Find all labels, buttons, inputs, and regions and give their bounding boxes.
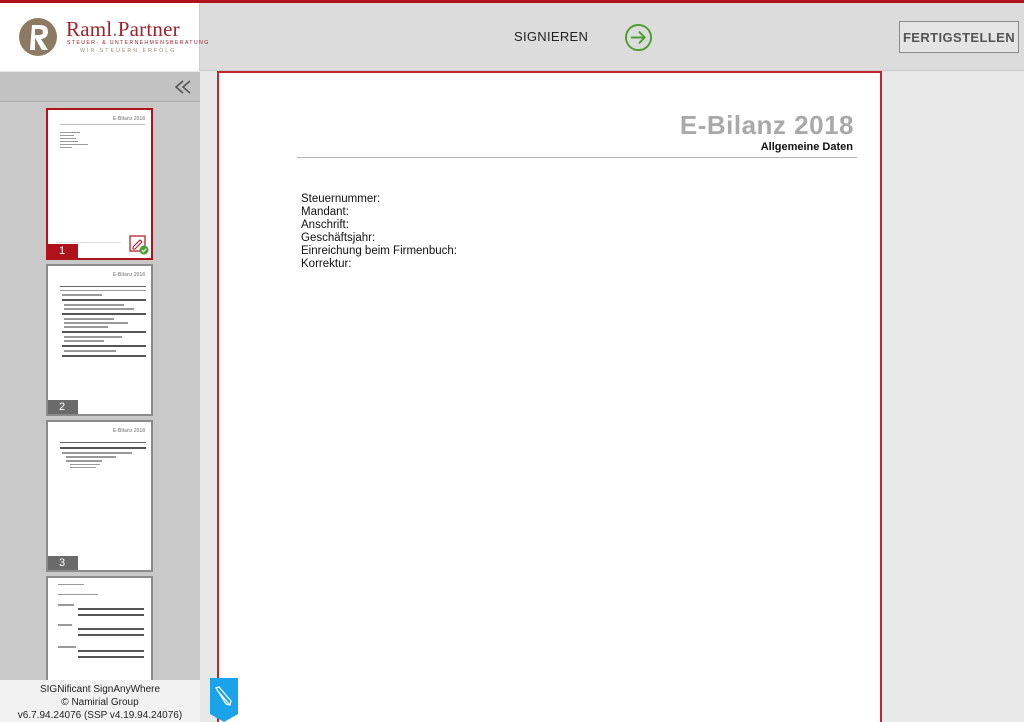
thumbnail-line xyxy=(60,141,78,142)
thumbnail-line xyxy=(78,628,144,630)
thumbnail-title: E-Bilanz 2018 xyxy=(112,272,145,278)
right-margin-panel xyxy=(883,72,1024,722)
thumbnail-line xyxy=(58,594,98,595)
document-title: E-Bilanz 2018 xyxy=(679,110,854,140)
page-thumbnail-sidebar: E-Bilanz 2018 1 E-Bilanz 2018 2 E-Bilanz… xyxy=(0,72,200,722)
logo-mark-icon xyxy=(19,18,57,56)
thumbnail-title: E-Bilanz 2018 xyxy=(112,116,145,122)
thumbnail-line xyxy=(60,286,146,287)
app-copyright: © Namirial Group xyxy=(61,697,139,708)
thumbnail-line xyxy=(78,650,144,652)
field-correction: Korrektur: xyxy=(301,258,352,270)
field-fiscal-year: Geschäftsjahr: xyxy=(301,232,376,244)
thumbnail-line xyxy=(64,318,114,320)
thumbnail-page-number: 3 xyxy=(48,556,78,570)
thumbnail-line xyxy=(58,646,76,648)
pen-tool-icon[interactable] xyxy=(208,678,240,722)
thumbnail-line xyxy=(62,299,146,301)
document-field-list: Steuernummer: Mandant: Anschrift: Geschä… xyxy=(301,193,457,271)
thumbnail-line xyxy=(78,608,144,610)
thumbnail-line xyxy=(60,147,72,148)
thumbnail-line xyxy=(64,308,134,310)
thumbnail-page-number: 2 xyxy=(48,400,78,414)
thumbnail-line xyxy=(62,452,132,454)
app-name: SIGNificant SignAnyWhere xyxy=(39,684,161,695)
field-client: Mandant: xyxy=(301,206,349,218)
company-logo: Raml.Partner STEUER- & UNTERNEHMENSBERAT… xyxy=(0,3,208,71)
document-page-viewer: E-Bilanz 2018 Allgemeine Daten Steuernum… xyxy=(217,71,882,722)
thumbnail-line xyxy=(64,350,116,352)
arrow-right-circle-icon[interactable] xyxy=(624,23,653,52)
thumbnail-title: E-Bilanz 2018 xyxy=(112,428,145,434)
brand-name: Raml.Partner xyxy=(66,17,180,42)
thumbnail-line xyxy=(60,135,74,136)
app-version-info: SIGNificant SignAnyWhere © Namirial Grou… xyxy=(0,680,200,722)
thumbnail-line xyxy=(62,355,146,357)
thumbnail-line xyxy=(78,656,144,658)
thumbnail-page-number: 1 xyxy=(48,244,78,258)
brand-slogan: WIR STEUERN ERFOLG xyxy=(80,48,177,54)
thumbnail-line xyxy=(64,304,124,306)
app-version: v6.7.94.24076 (SSP v4.19.94.24076) xyxy=(17,710,183,721)
field-company-register-filing: Einreichung beim Firmenbuch: xyxy=(301,245,457,257)
thumbnail-line xyxy=(60,132,80,133)
thumbnail-line xyxy=(64,322,128,324)
page-thumbnail-4[interactable] xyxy=(46,576,153,680)
thumbnail-line xyxy=(58,624,72,626)
thumbnail-line xyxy=(58,604,74,606)
thumbnail-line xyxy=(70,464,100,465)
thumbnail-line xyxy=(58,584,84,585)
brand-name-part1: Raml xyxy=(66,17,113,41)
sign-label: SIGNIEREN xyxy=(514,29,589,44)
thumbnail-line xyxy=(62,331,146,333)
thumbnail-footer-rule xyxy=(56,242,121,243)
thumbnail-line xyxy=(78,614,144,616)
signature-done-icon xyxy=(129,235,149,255)
thumbnail-list: E-Bilanz 2018 1 E-Bilanz 2018 2 E-Bilanz… xyxy=(0,103,200,680)
document-subtitle: Allgemeine Daten xyxy=(760,141,853,153)
field-tax-number: Steuernummer: xyxy=(301,193,381,205)
page-thumbnail-2[interactable]: E-Bilanz 2018 2 xyxy=(46,264,153,416)
header-bar: Raml.Partner STEUER- & UNTERNEHMENSBERAT… xyxy=(0,3,1024,71)
page-thumbnail-1[interactable]: E-Bilanz 2018 1 xyxy=(46,108,153,260)
thumbnail-line xyxy=(60,138,76,139)
thumbnail-line xyxy=(64,340,104,342)
thumbnail-line xyxy=(60,290,146,291)
thumbnail-line xyxy=(60,442,146,443)
document-header-rule xyxy=(297,157,857,158)
thumbnail-line xyxy=(78,634,144,636)
finish-button[interactable]: FERTIGSTELLEN xyxy=(899,21,1019,53)
thumbnail-line xyxy=(64,326,108,328)
page-thumbnail-3[interactable]: E-Bilanz 2018 3 xyxy=(46,420,153,572)
thumbnail-rule xyxy=(60,124,145,125)
sidebar-toolbar xyxy=(0,72,200,102)
thumbnail-line xyxy=(60,447,146,449)
field-address: Anschrift: xyxy=(301,219,349,231)
thumbnail-line xyxy=(62,345,146,347)
thumbnail-line xyxy=(64,336,122,338)
brand-tagline: STEUER- & UNTERNEHMENSBERATUNG xyxy=(67,40,210,46)
brand-name-part2: Partner xyxy=(117,17,180,41)
thumbnail-line xyxy=(62,294,102,296)
thumbnail-line xyxy=(62,313,146,315)
double-chevron-left-icon[interactable] xyxy=(174,79,192,95)
thumbnail-line xyxy=(70,467,96,468)
thumbnail-line xyxy=(60,144,88,145)
thumbnail-line xyxy=(66,456,116,458)
thumbnail-line xyxy=(66,460,102,462)
